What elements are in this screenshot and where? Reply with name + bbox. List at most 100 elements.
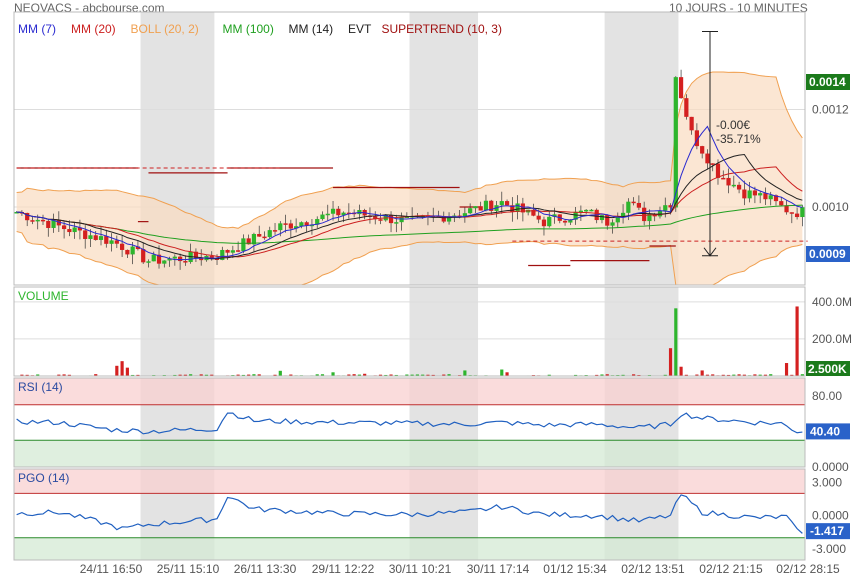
candle: [283, 223, 288, 225]
candle: [109, 240, 114, 244]
rsi-title: RSI (14): [18, 380, 63, 394]
pgo-title: PGO (14): [18, 471, 69, 485]
candle: [536, 215, 541, 220]
volume-last-label: 2.500K: [808, 362, 847, 376]
rsi-tick-label: 80.00: [812, 389, 842, 403]
legend-item: EVT: [348, 22, 372, 36]
volume-bar: [125, 367, 129, 376]
candle: [61, 225, 67, 230]
candle: [478, 206, 483, 211]
candle: [88, 235, 93, 239]
legend-item: SUPERTREND (10, 3): [382, 22, 502, 36]
candle: [752, 190, 758, 196]
candle: [784, 205, 789, 213]
candle: [46, 220, 51, 228]
candle: [388, 214, 394, 224]
candle: [742, 189, 747, 199]
x-axis-tick-label: 02/12 28:15: [776, 562, 840, 576]
candle: [678, 77, 684, 99]
candle: [684, 98, 689, 117]
rsi-overbought-zone: [14, 378, 805, 405]
candle: [236, 250, 241, 252]
volume-bar: [505, 372, 509, 376]
candle: [468, 208, 473, 214]
candle: [104, 236, 109, 244]
candle: [278, 223, 283, 231]
volume-bar: [278, 370, 282, 376]
rsi-tick-label: 0.0000: [812, 460, 849, 474]
night-shade-band: [409, 287, 479, 376]
candle: [610, 222, 615, 226]
candle: [599, 215, 605, 221]
pgo-oversold-zone: [14, 537, 805, 560]
candle: [40, 219, 46, 222]
volume-bar: [463, 370, 467, 376]
candle: [663, 205, 668, 211]
pgo-tick-label: 0.0000: [812, 509, 849, 523]
evt-change-label: -0.00€: [716, 118, 750, 132]
candle: [230, 250, 235, 253]
candle: [721, 177, 726, 180]
candle: [747, 190, 752, 199]
candle: [336, 208, 341, 216]
candle: [272, 230, 278, 232]
x-axis-tick-label: 01/12 15:34: [543, 562, 607, 576]
pgo-last-label: -1.417: [810, 524, 844, 538]
candle: [151, 254, 156, 262]
candle: [541, 219, 547, 227]
candle: [642, 207, 647, 222]
volume-tick-label: 400.0M: [812, 295, 852, 309]
candle: [736, 184, 742, 190]
candle: [705, 153, 710, 164]
candle: [262, 236, 267, 239]
volume-bar: [795, 306, 799, 376]
candle: [800, 207, 805, 218]
volume-bar: [674, 308, 678, 376]
candle: [178, 256, 183, 262]
candle: [35, 219, 40, 222]
candle: [72, 227, 77, 233]
candle: [394, 222, 399, 224]
legend-item: MM (20): [71, 22, 116, 36]
candle: [93, 235, 98, 240]
candle: [98, 236, 104, 240]
legend-item: MM (100): [223, 22, 274, 36]
candle: [125, 249, 130, 255]
legend-item: MM (14): [289, 22, 334, 36]
candle: [225, 249, 230, 253]
candle: [626, 201, 631, 213]
x-axis-tick-label: 24/11 16:50: [80, 562, 143, 576]
candle: [325, 213, 330, 216]
candle: [615, 216, 620, 223]
candle: [504, 201, 510, 206]
candle: [162, 260, 167, 264]
volume-bar: [120, 361, 124, 376]
candle: [731, 184, 736, 187]
last-price-label: 0.0009: [809, 247, 846, 261]
x-axis-tick-label: 30/11 10:21: [389, 562, 452, 576]
price-tick-label: 0.0012: [812, 103, 849, 117]
candle: [589, 209, 594, 212]
candle: [67, 229, 72, 233]
candle: [631, 201, 636, 204]
x-axis-tick-label: 25/11 15:10: [157, 562, 220, 576]
candle: [141, 249, 146, 263]
candle: [789, 212, 794, 214]
night-shade-band: [604, 287, 679, 376]
pgo-overbought-zone: [14, 469, 805, 494]
candle: [726, 177, 731, 186]
candle: [320, 214, 325, 220]
candle: [83, 230, 88, 239]
candle: [584, 209, 589, 212]
legend-item: MM (7): [18, 22, 56, 36]
candle: [267, 230, 272, 238]
candle: [130, 246, 135, 255]
candle: [547, 216, 552, 227]
volume-title: VOLUME: [18, 289, 69, 303]
candle: [636, 202, 641, 208]
x-axis-tick-label: 30/11 17:14: [467, 562, 530, 576]
candle: [114, 240, 119, 244]
candle: [378, 219, 383, 221]
candle: [183, 261, 188, 263]
evt-pct-label: -35.71%: [716, 132, 761, 146]
